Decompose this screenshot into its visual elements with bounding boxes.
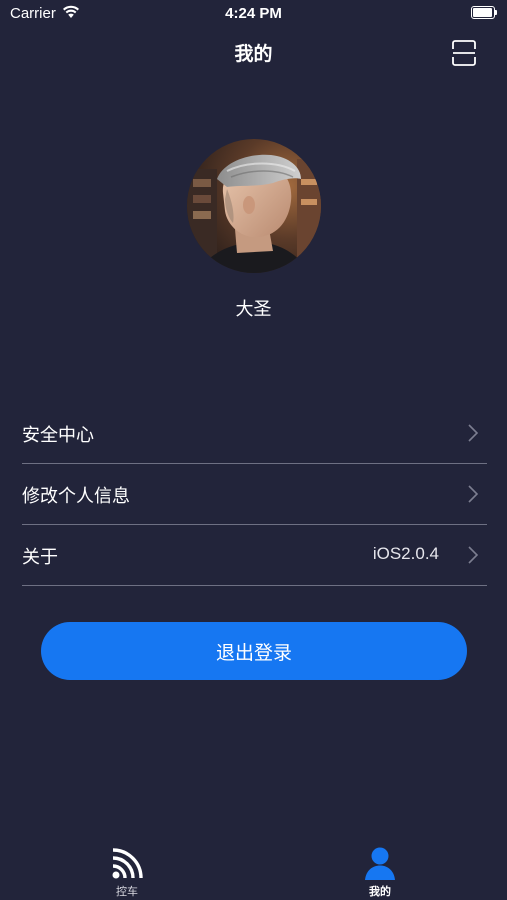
menu-item-label: 安全中心 bbox=[22, 425, 94, 445]
profile-screen: Carrier 4:24 PM 我的 大圣 安全中心 修改个人信息 关于 iOS… bbox=[0, 0, 507, 900]
scan-icon[interactable] bbox=[449, 38, 479, 68]
tab-control-car[interactable]: 控车 bbox=[87, 840, 167, 900]
tab-bar: 控车 我的 bbox=[0, 840, 507, 900]
logout-button[interactable]: 退出登录 bbox=[41, 622, 467, 680]
username: 大圣 bbox=[235, 299, 272, 319]
chevron-right-icon bbox=[468, 424, 479, 442]
menu-item-label: 修改个人信息 bbox=[22, 486, 130, 506]
menu-item-about[interactable]: 关于 iOS2.0.4 bbox=[22, 525, 487, 586]
menu-item-edit-profile[interactable]: 修改个人信息 bbox=[22, 464, 487, 525]
signal-icon bbox=[112, 848, 143, 879]
tab-label: 我的 bbox=[369, 886, 391, 898]
menu-item-label: 关于 bbox=[22, 547, 58, 567]
avatar-photo bbox=[187, 139, 321, 273]
chevron-right-icon bbox=[468, 546, 479, 564]
battery-icon bbox=[471, 6, 497, 19]
page-title: 我的 bbox=[234, 44, 273, 65]
menu-item-security-center[interactable]: 安全中心 bbox=[22, 403, 487, 464]
user-icon bbox=[365, 847, 395, 880]
avatar[interactable] bbox=[187, 139, 321, 273]
status-time: 4:24 PM bbox=[225, 5, 282, 22]
status-bar: Carrier 4:24 PM bbox=[0, 0, 507, 28]
settings-menu: 安全中心 修改个人信息 关于 iOS2.0.4 bbox=[22, 403, 487, 586]
chevron-right-icon bbox=[468, 485, 479, 503]
tab-mine[interactable]: 我的 bbox=[340, 840, 420, 900]
version-label: iOS2.0.4 bbox=[372, 544, 439, 563]
tab-label: 控车 bbox=[116, 886, 138, 898]
